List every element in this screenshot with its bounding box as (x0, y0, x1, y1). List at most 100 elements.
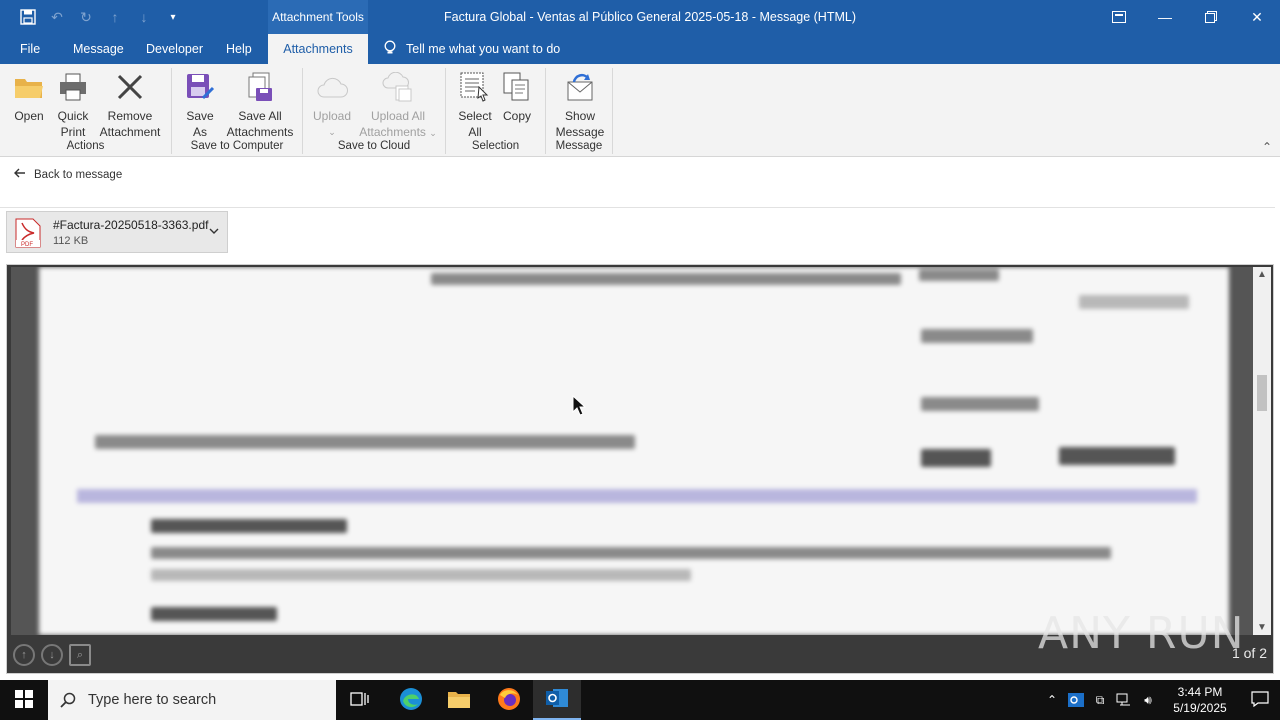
group-selection: Select All Copy Selection (446, 68, 546, 154)
minimize-icon[interactable]: — (1142, 0, 1188, 34)
printer-icon (57, 70, 89, 104)
attachment-chip[interactable]: PDF #Factura-20250518-3363.pdf 112 KB (6, 211, 228, 253)
windows-logo-icon (15, 689, 33, 711)
undo-icon[interactable]: ↶ (47, 8, 67, 26)
save-as-button[interactable]: Save As (182, 70, 218, 140)
show-message-button[interactable]: Show Message (552, 70, 608, 140)
group-label-actions: Actions (66, 140, 105, 152)
search-icon (48, 692, 88, 708)
save-as-icon (184, 70, 216, 104)
task-view-icon (350, 691, 370, 710)
title-bar: ↶ ↻ ↑ ↓ ▾ Attachment Tools Factura Globa… (0, 0, 1280, 34)
group-label-selection: Selection (471, 140, 520, 152)
group-save-to-computer: Save As Save All Attachments Save to Com… (172, 68, 303, 154)
zoom-page-icon[interactable]: ⌕ (69, 644, 91, 666)
network-icon[interactable] (1112, 680, 1136, 720)
save-all-attachments-button[interactable]: Save All Attachments (222, 70, 298, 140)
outlook-tray-icon[interactable] (1064, 680, 1088, 720)
mouse-cursor-icon (572, 395, 586, 416)
attachment-filename: #Factura-20250518-3363.pdf (53, 218, 209, 232)
back-arrow-icon (14, 168, 26, 181)
taskbar-search[interactable]: Type here to search (48, 680, 336, 720)
ribbon-tabs: File Message Developer Help Attachments … (0, 34, 1280, 64)
envelope-arrow-icon (564, 70, 596, 104)
remove-attachment-button[interactable]: Remove Attachment (96, 70, 164, 140)
restore-icon[interactable] (1188, 0, 1234, 34)
group-message: Show Message Message (546, 68, 613, 154)
ribbon-display-options-icon[interactable] (1096, 0, 1142, 34)
down-arrow-icon[interactable]: ↓ (134, 8, 154, 26)
back-to-message-link[interactable]: Back to message (14, 168, 122, 181)
cloud-icon (316, 70, 348, 104)
tab-message[interactable]: Message (73, 34, 124, 64)
divider (0, 207, 1275, 208)
folder-icon (447, 689, 471, 712)
firefox-icon (497, 687, 521, 714)
tell-me-search[interactable]: Tell me what you want to do (384, 34, 560, 64)
collapse-ribbon-icon[interactable]: ⌃ (1262, 140, 1272, 154)
group-label-save-to-computer: Save to Computer (190, 140, 284, 152)
tab-attachments[interactable]: Attachments (268, 34, 368, 64)
window-title: Factura Global - Ventas al Público Gener… (444, 10, 856, 24)
blurred-document (39, 267, 1229, 635)
redo-icon[interactable]: ↻ (76, 8, 96, 26)
next-page-icon[interactable]: ↓ (41, 644, 63, 666)
quick-print-button[interactable]: Quick Print (52, 70, 94, 140)
notifications-button[interactable] (1240, 680, 1280, 720)
customize-toolbar-icon[interactable]: ▾ (163, 8, 183, 26)
delete-x-icon (114, 70, 146, 104)
task-view-button[interactable] (336, 680, 384, 720)
copy-button[interactable]: Copy (500, 70, 534, 124)
edge-button[interactable] (387, 680, 435, 720)
system-tray: ⌃ ⧉ 🔊︎ 3:44 PM 5/19/2025 (1040, 680, 1280, 720)
group-actions: Open Quick Print Remove Attachment Actio… (0, 68, 172, 154)
window-controls: — ✕ (1096, 0, 1280, 34)
clock-date: 5/19/2025 (1173, 701, 1227, 715)
clock-time: 3:44 PM (1177, 685, 1223, 699)
taskbar: Type here to search ⌃ ⧉ 🔊︎ 3:44 PM 5/19/… (0, 680, 1280, 720)
up-arrow-icon[interactable]: ↑ (105, 8, 125, 26)
group-label-message: Message (555, 140, 603, 152)
tab-developer[interactable]: Developer (146, 34, 203, 64)
quick-access-toolbar: ↶ ↻ ↑ ↓ ▾ (18, 8, 183, 26)
anyrun-watermark: ANY RUN (1038, 608, 1245, 659)
close-icon[interactable]: ✕ (1234, 0, 1280, 34)
attachment-size: 112 KB (53, 235, 89, 247)
firefox-button[interactable] (485, 680, 533, 720)
cloud-upload-all-icon (382, 70, 414, 104)
ribbon: Open Quick Print Remove Attachment Actio… (0, 64, 1280, 157)
notification-icon (1251, 690, 1269, 710)
folder-icon (13, 70, 45, 104)
upload-button[interactable]: Upload ⌄ (311, 70, 353, 140)
edge-browser-icon (399, 687, 423, 714)
select-all-icon (459, 70, 491, 104)
usb-device-icon[interactable]: ⧉ (1088, 680, 1112, 720)
group-label-save-to-cloud: Save to Cloud (337, 140, 411, 152)
outlook-icon (545, 687, 569, 712)
search-placeholder: Type here to search (88, 692, 217, 708)
chevron-up-icon[interactable]: ⌃ (1040, 680, 1064, 720)
preview-page (11, 267, 1253, 635)
file-explorer-button[interactable] (435, 680, 483, 720)
start-button[interactable] (0, 680, 48, 720)
back-to-message-label: Back to message (34, 168, 123, 181)
upload-all-attachments-button[interactable]: Upload All Attachments ⌄ (355, 70, 441, 141)
tell-me-label: Tell me what you want to do (406, 42, 561, 56)
select-all-button[interactable]: Select All (454, 70, 496, 140)
scroll-down-icon[interactable]: ▼ (1253, 622, 1271, 633)
previous-page-icon[interactable]: ↑ (13, 644, 35, 666)
open-button[interactable]: Open (10, 70, 48, 124)
scroll-up-icon[interactable]: ▲ (1253, 269, 1271, 280)
scroll-thumb[interactable] (1257, 375, 1267, 411)
lightbulb-icon (384, 40, 396, 59)
volume-icon[interactable]: 🔊︎ (1136, 680, 1160, 720)
copy-icon (501, 70, 533, 104)
group-save-to-cloud: Upload ⌄ Upload All Attachments ⌄ Save t… (303, 68, 446, 154)
preview-scrollbar[interactable]: ▲ ▼ (1253, 267, 1271, 635)
tab-file[interactable]: File (20, 34, 40, 64)
save-icon[interactable] (18, 8, 38, 26)
clock[interactable]: 3:44 PM 5/19/2025 (1160, 684, 1240, 716)
chevron-down-icon[interactable] (209, 225, 219, 237)
outlook-button[interactable] (533, 680, 581, 720)
tab-help[interactable]: Help (226, 34, 252, 64)
